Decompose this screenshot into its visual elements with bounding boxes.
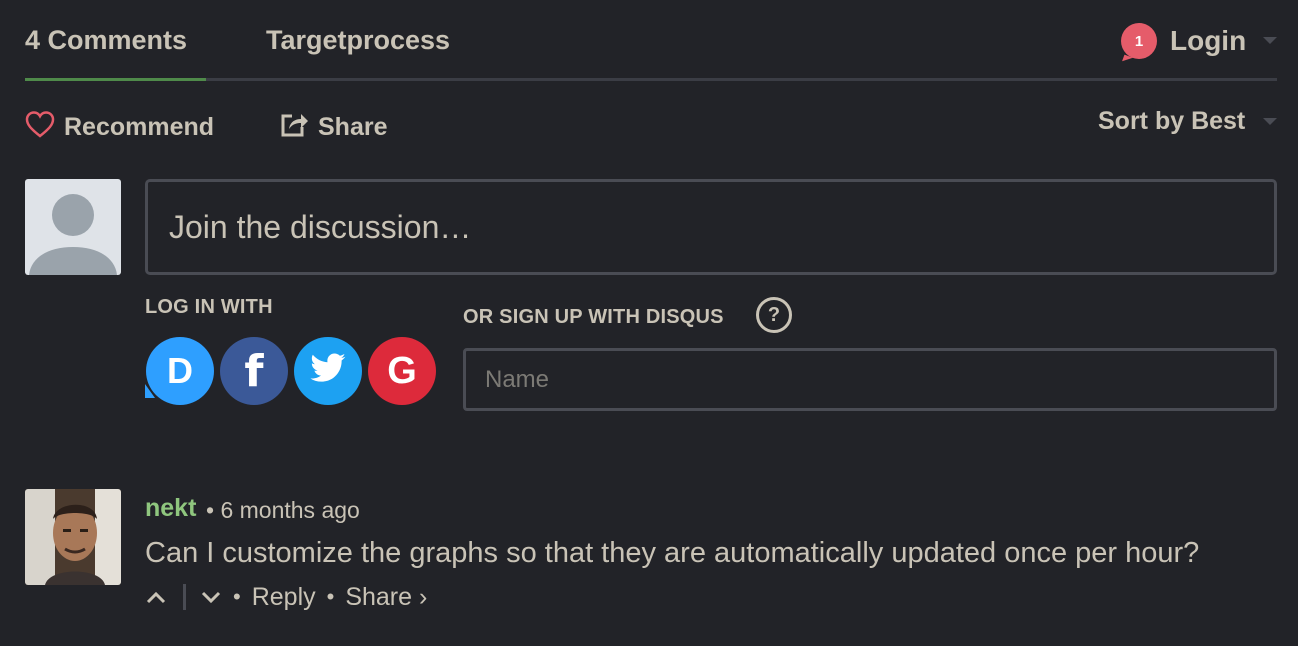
heart-icon <box>25 110 55 145</box>
comment-body: Can I customize the graphs so that they … <box>145 537 1200 569</box>
signup-label: OR SIGN UP WITH DISQUS <box>463 306 724 328</box>
comment-footer: • Reply • Share › <box>145 582 427 612</box>
disqus-bubble-tail <box>145 384 155 398</box>
share-label: Share <box>318 113 388 141</box>
notification-badge[interactable]: 1 <box>1121 23 1157 59</box>
login-chevron-down-icon[interactable] <box>1263 37 1277 44</box>
twitter-login-button[interactable] <box>294 337 362 405</box>
help-icon[interactable]: ? <box>756 297 792 333</box>
sort-chevron-down-icon[interactable] <box>1263 118 1277 125</box>
comment-timestamp[interactable]: • 6 months ago <box>206 497 360 524</box>
downvote-chevron-down-icon[interactable] <box>200 582 222 612</box>
name-field[interactable] <box>463 348 1277 411</box>
recommend-button[interactable]: Recommend <box>25 110 214 145</box>
separator-dot: • <box>326 584 335 609</box>
active-tab-indicator <box>25 78 206 81</box>
recommend-label: Recommend <box>64 113 215 141</box>
anonymous-avatar <box>25 179 121 275</box>
tab-comments[interactable]: 4 Comments <box>25 25 187 56</box>
commenter-avatar[interactable] <box>25 489 121 585</box>
disqus-icon: D <box>167 350 193 391</box>
comment-author[interactable]: nekt <box>145 494 196 523</box>
nav-divider <box>25 78 1277 81</box>
share-icon <box>280 110 309 145</box>
comment-share-link[interactable]: Share › <box>345 583 427 612</box>
facebook-login-button[interactable]: f <box>220 337 288 405</box>
google-login-button[interactable]: G <box>368 337 436 405</box>
facebook-icon: f <box>244 345 264 397</box>
comment-input[interactable] <box>145 179 1277 275</box>
twitter-icon <box>309 352 347 390</box>
separator-dot: • <box>233 584 241 609</box>
upvote-chevron-up-icon[interactable] <box>145 582 167 612</box>
login-with-label: LOG IN WITH <box>145 296 273 318</box>
vote-divider <box>183 584 186 610</box>
disqus-login-button[interactable]: D <box>146 337 214 405</box>
google-icon: G <box>387 349 417 392</box>
sort-dropdown[interactable]: Sort by Best <box>1098 107 1245 136</box>
tab-community[interactable]: Targetprocess <box>266 25 450 56</box>
login-button[interactable]: Login <box>1170 25 1246 57</box>
reply-link[interactable]: Reply <box>252 583 316 612</box>
share-button[interactable]: Share <box>280 110 387 145</box>
